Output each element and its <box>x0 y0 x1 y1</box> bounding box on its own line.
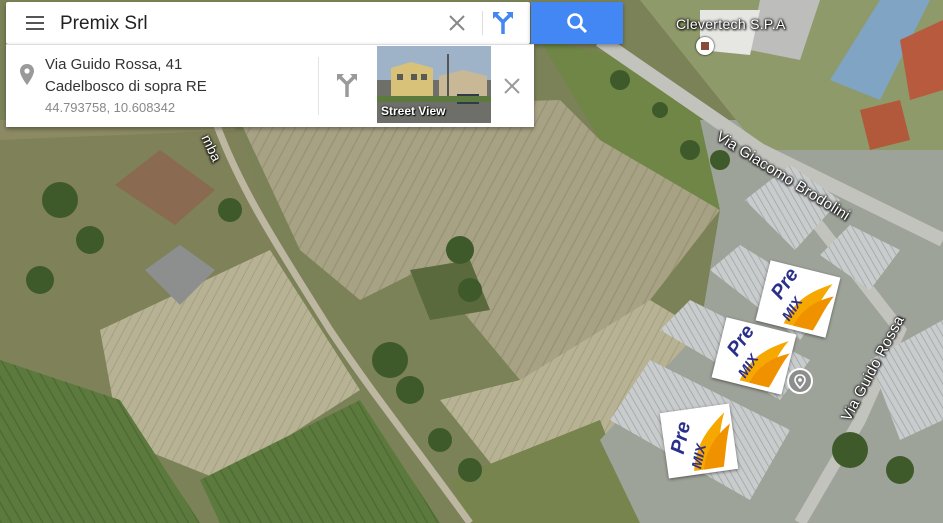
poi-marker-icon[interactable] <box>696 37 714 55</box>
card-divider <box>318 57 319 115</box>
poi-label[interactable]: Clevertech S.P.A <box>676 16 786 32</box>
clear-icon[interactable] <box>447 13 467 33</box>
close-icon[interactable] <box>503 77 521 95</box>
location-pin-icon <box>794 374 806 390</box>
search-divider <box>482 11 483 35</box>
street-view-thumbnail[interactable]: Street View <box>377 46 491 123</box>
place-marker-icon[interactable] <box>787 368 813 394</box>
search-input[interactable] <box>58 8 442 40</box>
search-icon <box>567 13 588 34</box>
place-address: Via Guido Rossa, 41 <box>45 56 183 73</box>
search-box <box>6 2 530 44</box>
card-directions-icon[interactable] <box>334 71 360 99</box>
premix-logo-3: Pre MIX <box>659 403 739 479</box>
menu-icon[interactable] <box>26 15 44 31</box>
location-pin-icon <box>19 63 35 87</box>
search-button[interactable] <box>531 2 623 44</box>
directions-icon[interactable] <box>490 10 516 36</box>
place-coordinates: 44.793758, 10.608342 <box>45 100 176 115</box>
place-locality: Cadelbosco di sopra RE <box>45 78 207 95</box>
street-view-label: Street View <box>381 104 446 118</box>
